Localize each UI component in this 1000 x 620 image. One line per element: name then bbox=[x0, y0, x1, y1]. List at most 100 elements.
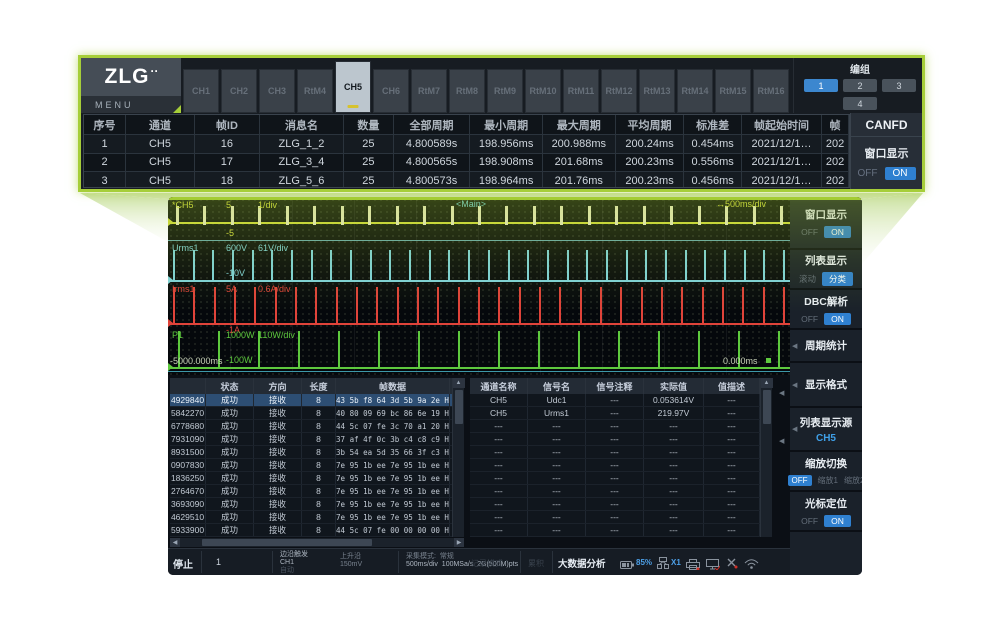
tab-rtm15[interactable]: RtM15 bbox=[715, 69, 751, 113]
table-row[interactable]: 7931090成功接收837 af 4f 0c 3b c4 c8 c9 H bbox=[170, 433, 464, 446]
table-row[interactable]: 6778680成功接收844 5c 07 fe 3c 70 a1 20 H bbox=[170, 420, 464, 433]
frame-table-hscrollbar[interactable]: ◀ ▶ bbox=[170, 538, 464, 547]
table-cell: 3 bbox=[84, 172, 126, 188]
trace-perdiv-label: 61V/div bbox=[258, 243, 288, 253]
record-mode-label: 记录模式 bbox=[471, 558, 503, 569]
tab-rtm13[interactable]: RtM13 bbox=[639, 69, 675, 113]
sidebar-section-6[interactable]: ◀列表显示源CH5 bbox=[790, 408, 862, 452]
trace-pulse bbox=[350, 250, 352, 280]
toggle-option-缩放2[interactable]: 缩放2 bbox=[844, 475, 862, 486]
table-cell: 4929840 bbox=[170, 394, 206, 406]
table-cell: --- bbox=[528, 485, 586, 497]
table-cell: --- bbox=[586, 498, 644, 510]
table-row[interactable]: --------------- bbox=[470, 472, 772, 485]
trigger-info[interactable]: 边沿触发 CH1 自动 bbox=[280, 551, 308, 575]
table-row[interactable]: --------------- bbox=[470, 524, 772, 537]
column-header: 帧ID bbox=[195, 115, 260, 134]
trace-pulse bbox=[567, 250, 569, 280]
toggle-option-ON[interactable]: ON bbox=[824, 226, 851, 238]
tab-ch3[interactable]: CH3 bbox=[259, 69, 295, 113]
waveform-area[interactable]: *CH551/div-5Urms1600V61V/div-10VIrms15A0… bbox=[168, 197, 790, 375]
tab-rtm7[interactable]: RtM7 bbox=[411, 69, 447, 113]
table-row[interactable]: 2764670成功接收87e 95 1b ee 7e 95 1b ee H bbox=[170, 485, 464, 498]
hscroll-track[interactable] bbox=[180, 538, 454, 547]
tab-rtm16[interactable]: RtM16 bbox=[753, 69, 789, 113]
table-row[interactable]: --------------- bbox=[470, 459, 772, 472]
table-row[interactable]: 4929840成功接收843 5b f8 64 3d 5b 9a 2e H bbox=[170, 394, 464, 407]
table-row[interactable]: 8931500成功接收83b 54 ea 5d 35 66 3f c3 H bbox=[170, 446, 464, 459]
tab-rtm9[interactable]: RtM9 bbox=[487, 69, 523, 113]
scroll-thumb[interactable] bbox=[763, 390, 771, 424]
toggle-option-ON[interactable]: ON bbox=[824, 515, 851, 527]
sidebar-section-4[interactable]: ◀周期统计 bbox=[790, 330, 862, 363]
scroll-thumb[interactable] bbox=[455, 390, 463, 424]
tab-rtm12[interactable]: RtM12 bbox=[601, 69, 637, 113]
group-button-4[interactable]: 4 bbox=[843, 97, 877, 110]
signal-table-vscrollbar[interactable]: ▲ bbox=[760, 378, 772, 537]
scroll-right-icon[interactable]: ▶ bbox=[454, 538, 464, 547]
tab-ch6[interactable]: CH6 bbox=[373, 69, 409, 113]
toggle-option-OFF[interactable]: OFF bbox=[801, 314, 818, 324]
table-row[interactable]: 0907830成功接收87e 95 1b ee 7e 95 1b ee H bbox=[170, 459, 464, 472]
toggle-option-OFF[interactable]: OFF bbox=[801, 516, 818, 526]
table-row[interactable]: 1CH516ZLG_1_2254.800589s198.956ms200.988… bbox=[84, 134, 849, 153]
tab-rtm8[interactable]: RtM8 bbox=[449, 69, 485, 113]
toggle-option-OFF[interactable]: OFF bbox=[788, 475, 812, 486]
group-button-1[interactable]: 1 bbox=[804, 79, 838, 92]
tab-ch2[interactable]: CH2 bbox=[221, 69, 257, 113]
menu-button[interactable]: MENU bbox=[81, 96, 181, 113]
table-cell: --- bbox=[644, 472, 704, 484]
column-header: 值描述 bbox=[704, 378, 760, 394]
bigdata-analysis-button[interactable]: 大数据分析 bbox=[558, 556, 606, 570]
tab-rtm11[interactable]: RtM11 bbox=[563, 69, 599, 113]
toggle-option-缩放1[interactable]: 缩放1 bbox=[818, 475, 838, 486]
tab-ch1[interactable]: CH1 bbox=[183, 69, 219, 113]
hscroll-thumb[interactable] bbox=[202, 539, 372, 546]
sidebar-section-7[interactable]: 缩放切换OFF缩放1缩放2 bbox=[790, 452, 862, 492]
table-row[interactable]: CH5Udc1---0.053614V--- bbox=[470, 394, 772, 407]
sidebar-section-8[interactable]: 光标定位OFFON bbox=[790, 492, 862, 532]
table-row[interactable]: 5933900成功接收844 5c 07 fe 00 00 00 00 H bbox=[170, 524, 464, 537]
table-row[interactable]: --------------- bbox=[470, 498, 772, 511]
table-cell: 8 bbox=[302, 459, 336, 471]
collapse-left-icon[interactable]: ◀ bbox=[779, 389, 784, 397]
group-button-3[interactable]: 3 bbox=[882, 79, 916, 92]
sidebar-section-1[interactable]: 窗口显示OFFON bbox=[790, 197, 862, 250]
sidebar-section-2[interactable]: 列表显示滚动分类 bbox=[790, 250, 862, 290]
table-row[interactable]: 2CH517ZLG_3_4254.800565s198.908ms201.68m… bbox=[84, 153, 849, 172]
table-row[interactable]: 4629510成功接收87e 95 1b ee 7e 95 1b ee H bbox=[170, 511, 464, 524]
frame-table-vscrollbar[interactable]: ▲ bbox=[452, 378, 464, 537]
sidebar-section-3[interactable]: DBC解析OFFON bbox=[790, 290, 862, 330]
table-row[interactable]: 3693090成功接收87e 95 1b ee 7e 95 1b ee H bbox=[170, 498, 464, 511]
run-state[interactable]: 停止 bbox=[173, 556, 193, 571]
tab-rtm4[interactable]: RtM4 bbox=[297, 69, 333, 113]
wifi-icon bbox=[744, 556, 759, 574]
table-row[interactable]: 5842270成功接收840 80 09 69 bc 86 6e 19 H bbox=[170, 407, 464, 420]
table-row[interactable]: CH5Urms1---219.97V--- bbox=[470, 407, 772, 420]
off-option[interactable]: OFF bbox=[858, 168, 878, 179]
table-row[interactable]: --------------- bbox=[470, 511, 772, 524]
toggle-option-滚动[interactable]: 滚动 bbox=[799, 273, 816, 285]
table-row[interactable]: --------------- bbox=[470, 420, 772, 433]
tab-ch5[interactable]: CH5 bbox=[335, 61, 371, 113]
table-cell: CH5 bbox=[470, 394, 528, 406]
collapse-left-icon[interactable]: ◀ bbox=[779, 437, 784, 445]
table-row[interactable]: --------------- bbox=[470, 485, 772, 498]
table-row[interactable]: --------------- bbox=[470, 433, 772, 446]
scroll-up-icon[interactable]: ▲ bbox=[761, 378, 773, 388]
toggle-option-OFF[interactable]: OFF bbox=[801, 227, 818, 237]
table-row[interactable]: --------------- bbox=[470, 446, 772, 459]
trace-pulse bbox=[783, 287, 785, 323]
tab-rtm14[interactable]: RtM14 bbox=[677, 69, 713, 113]
scroll-up-icon[interactable]: ▲ bbox=[453, 378, 465, 388]
toggle-option-ON[interactable]: ON bbox=[824, 313, 851, 325]
on-option[interactable]: ON bbox=[885, 167, 916, 180]
tab-rtm10[interactable]: RtM10 bbox=[525, 69, 561, 113]
time-end-marker bbox=[766, 358, 771, 363]
table-row[interactable]: 3CH518ZLG_5_6254.800573s198.964ms201.76m… bbox=[84, 171, 849, 188]
toggle-option-分类[interactable]: 分类 bbox=[822, 272, 853, 286]
sidebar-section-5[interactable]: ◀显示格式 bbox=[790, 363, 862, 408]
scroll-left-icon[interactable]: ◀ bbox=[170, 538, 180, 547]
group-button-2[interactable]: 2 bbox=[843, 79, 877, 92]
table-row[interactable]: 1836250成功接收87e 95 1b ee 7e 95 1b ee H bbox=[170, 472, 464, 485]
